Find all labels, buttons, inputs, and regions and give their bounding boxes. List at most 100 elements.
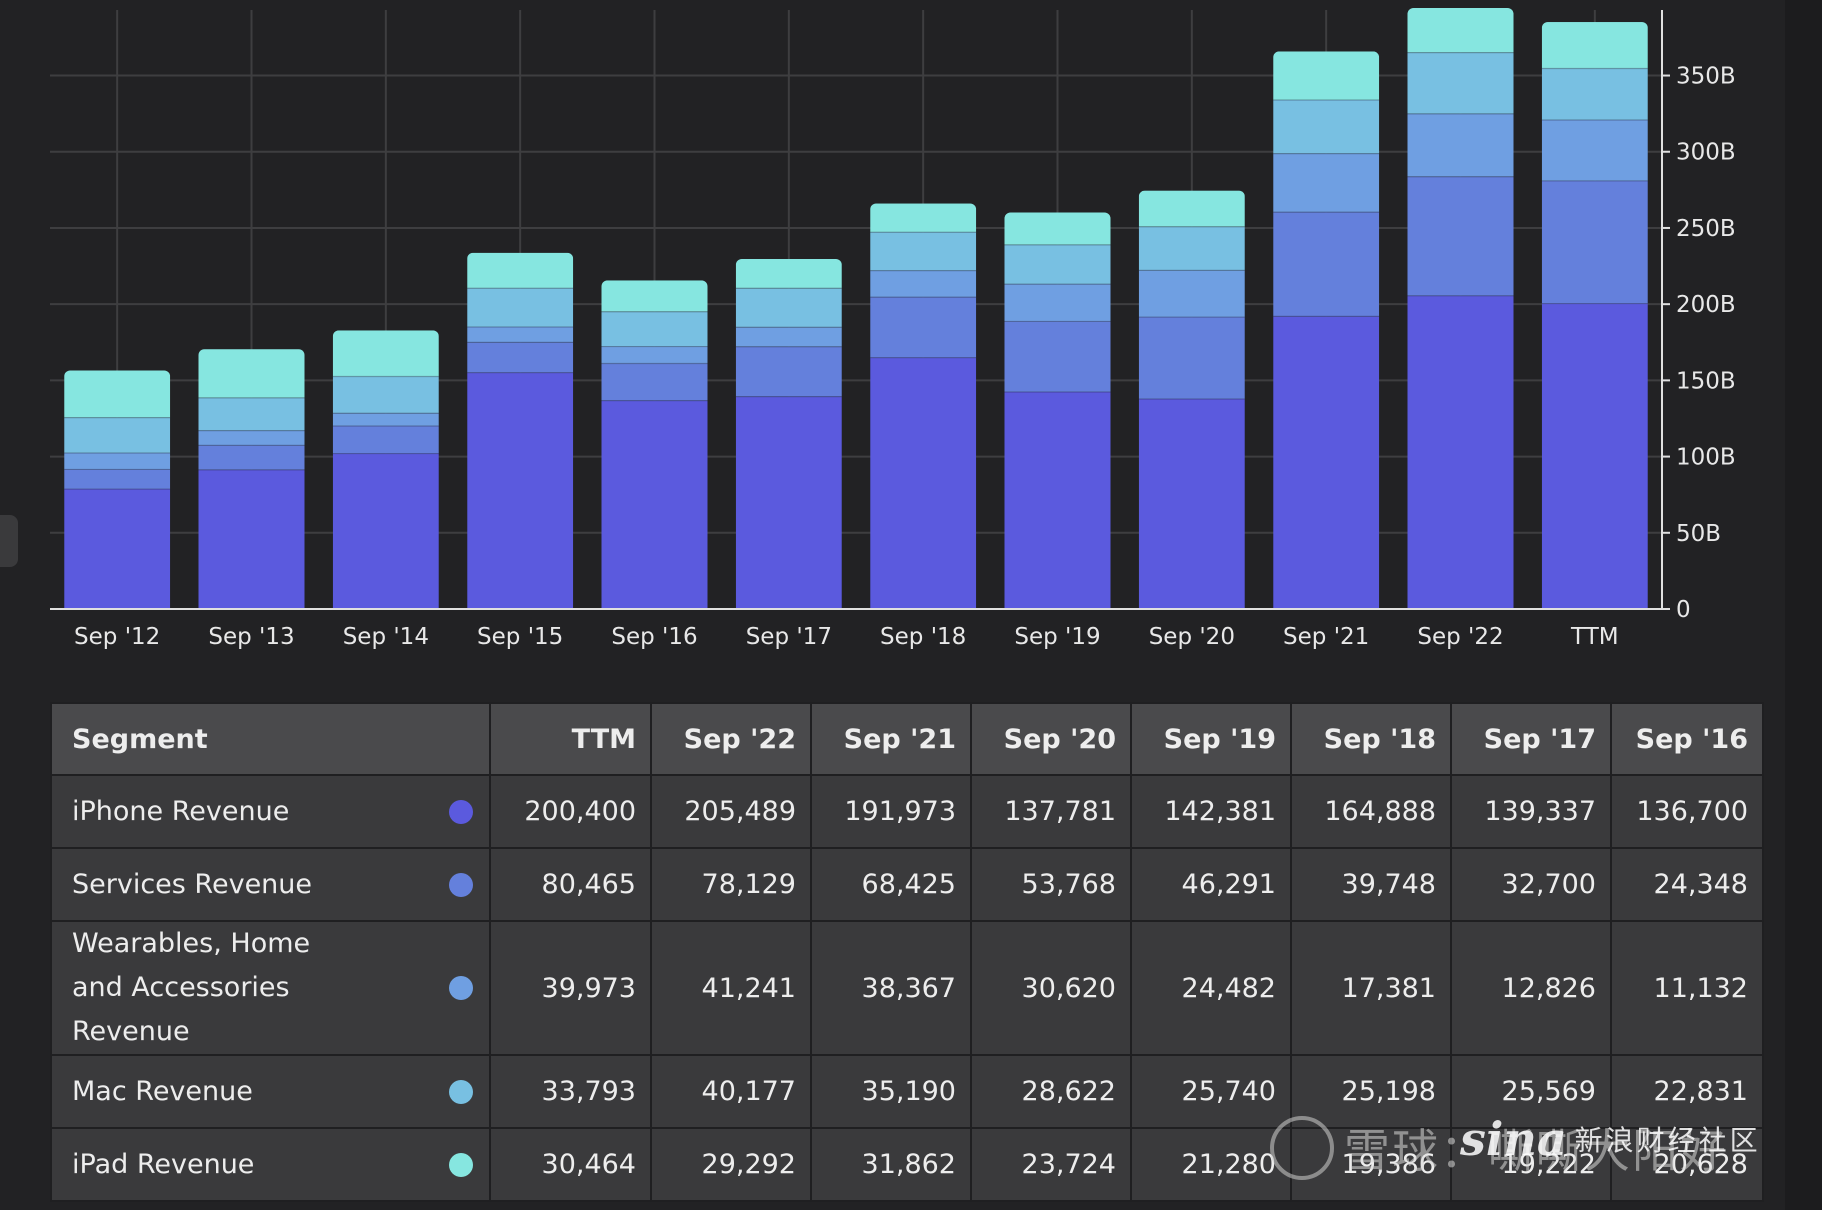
bar-segment[interactable] xyxy=(735,396,842,609)
bar-segment[interactable] xyxy=(1541,303,1648,609)
bar-segment[interactable] xyxy=(64,453,171,470)
value-cell: 29,292 xyxy=(650,1127,812,1202)
bar-segment[interactable] xyxy=(64,417,171,454)
column-header-period[interactable]: Sep '18 xyxy=(1290,702,1452,776)
column-header-period[interactable]: Sep '16 xyxy=(1610,702,1764,776)
column-header-period[interactable]: Sep '20 xyxy=(970,702,1132,776)
bar-segment[interactable] xyxy=(601,346,708,364)
value-cell: 53,768 xyxy=(970,847,1132,922)
column-header-period[interactable]: Sep '19 xyxy=(1130,702,1292,776)
bar-segment[interactable] xyxy=(332,426,439,454)
value-cell: 23,724 xyxy=(970,1127,1132,1202)
segment-cell-inner: Wearables, Home and Accessories Revenue xyxy=(72,922,473,1054)
bar-segment[interactable] xyxy=(1273,99,1380,154)
value-cell: 24,482 xyxy=(1130,920,1292,1056)
bar-segment[interactable] xyxy=(1273,212,1380,317)
bar-segment[interactable] xyxy=(1407,52,1514,114)
bar-segment[interactable] xyxy=(1004,391,1111,609)
y-tick-label: 50B xyxy=(1676,521,1721,547)
value-cell: 191,973 xyxy=(810,774,972,849)
bar-segment[interactable] xyxy=(1407,176,1514,296)
bar-segment[interactable] xyxy=(1407,7,1514,53)
bar-segment[interactable] xyxy=(870,357,977,609)
bar-segment[interactable] xyxy=(1541,22,1648,69)
bar-segment[interactable] xyxy=(1273,153,1380,213)
bar-segment[interactable] xyxy=(870,297,977,358)
bar-segment[interactable] xyxy=(467,372,574,609)
y-tick-label: 350B xyxy=(1676,64,1736,90)
bar-segment[interactable] xyxy=(1138,398,1245,609)
bar-segment[interactable] xyxy=(467,288,574,328)
bar-segment[interactable] xyxy=(332,376,439,414)
bar-segment[interactable] xyxy=(601,363,708,401)
series-color-dot-icon xyxy=(449,1152,473,1177)
watermark-sina: sina 新浪财经社区 xyxy=(1460,1112,1761,1166)
bar-segment[interactable] xyxy=(1138,317,1245,399)
bar-segment[interactable] xyxy=(467,342,574,373)
segment-cell-inner: iPad Revenue xyxy=(72,1143,473,1187)
bar-segment[interactable] xyxy=(64,469,171,490)
bar-segment[interactable] xyxy=(332,413,439,427)
bar-segment[interactable] xyxy=(1407,295,1514,609)
bar-segment[interactable] xyxy=(735,346,842,397)
value-cell: 137,781 xyxy=(970,774,1132,849)
column-header-period[interactable]: Sep '17 xyxy=(1450,702,1612,776)
x-tick-label: Sep '20 xyxy=(1149,624,1235,650)
table-row[interactable]: iPhone Revenue 200,400 205,489 191,973 137,7… xyxy=(50,774,1764,849)
bar-segment[interactable] xyxy=(601,400,708,609)
value-cell: 38,367 xyxy=(810,920,972,1056)
bar-segment[interactable] xyxy=(64,489,171,609)
stacked-bar-chart-svg: Sep '12 Sep '13 Sep '14 Sep '15 Sep '16 Sep '… xyxy=(50,7,1736,650)
segment-name: Wearables, Home and Accessories Revenue xyxy=(72,928,311,1047)
bar-segment[interactable] xyxy=(1138,226,1245,271)
bar-segment[interactable] xyxy=(601,311,708,347)
bar-segment[interactable] xyxy=(870,203,977,233)
x-tick-label: TTM xyxy=(1570,624,1619,650)
value-cell: 78,129 xyxy=(650,847,812,922)
value-cell: 30,620 xyxy=(970,920,1132,1056)
bar-segment[interactable] xyxy=(1004,284,1111,322)
y-tick-label: 250B xyxy=(1676,216,1736,242)
bar-segment[interactable] xyxy=(735,327,842,347)
bar-segment[interactable] xyxy=(467,252,574,289)
bar-segment[interactable] xyxy=(1273,51,1380,100)
series-color-dot-icon xyxy=(449,799,473,824)
bar-segment[interactable] xyxy=(198,349,305,398)
bar-segment[interactable] xyxy=(467,327,574,343)
column-header-period[interactable]: Sep '21 xyxy=(810,702,972,776)
bar-segment[interactable] xyxy=(1541,68,1648,120)
value-cell: 46,291 xyxy=(1130,847,1292,922)
segment-name: iPhone Revenue xyxy=(72,795,290,827)
bar-segment[interactable] xyxy=(1004,212,1111,245)
value-cell: 30,464 xyxy=(489,1127,652,1202)
bar-segment[interactable] xyxy=(198,445,305,470)
bar-segment[interactable] xyxy=(870,270,977,298)
y-tick-label: 300B xyxy=(1676,140,1736,166)
table-row[interactable]: Wearables, Home and Accessories Revenue 3… xyxy=(50,920,1764,1056)
bar-segment[interactable] xyxy=(198,430,305,446)
column-header-period[interactable]: Sep '22 xyxy=(650,702,812,776)
bar-segment[interactable] xyxy=(1407,113,1514,177)
bar-segment[interactable] xyxy=(1004,321,1111,392)
column-header-period[interactable]: TTM xyxy=(489,702,652,776)
bar-segment[interactable] xyxy=(1138,190,1245,227)
column-header-segment[interactable]: Segment xyxy=(50,702,491,776)
bar-segment[interactable] xyxy=(1273,316,1380,609)
bar-segment[interactable] xyxy=(1541,119,1648,181)
segment-name: Services Revenue xyxy=(72,868,313,900)
bar-segment[interactable] xyxy=(601,280,708,312)
bar-segment[interactable] xyxy=(735,258,842,289)
bar-segment[interactable] xyxy=(198,397,305,431)
table-row[interactable]: Services Revenue 80,465 78,129 68,425 53,768… xyxy=(50,847,1764,922)
bar-segment[interactable] xyxy=(332,330,439,377)
bar-segment[interactable] xyxy=(332,453,439,609)
bar-segment[interactable] xyxy=(1004,244,1111,285)
bar-segment[interactable] xyxy=(870,232,977,271)
value-cell: 39,973 xyxy=(489,920,652,1056)
bar-segment[interactable] xyxy=(1541,180,1648,304)
bar-segment[interactable] xyxy=(735,288,842,328)
value-cell: 40,177 xyxy=(650,1054,812,1129)
bar-segment[interactable] xyxy=(198,469,305,609)
bar-segment[interactable] xyxy=(1138,270,1245,318)
bar-segment[interactable] xyxy=(64,370,171,418)
